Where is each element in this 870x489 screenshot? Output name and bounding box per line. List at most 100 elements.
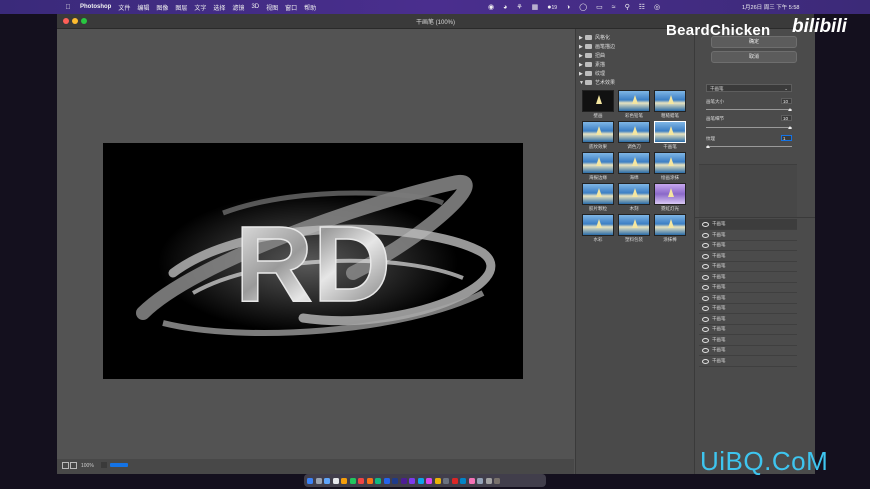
texture-slider[interactable] bbox=[706, 145, 792, 148]
clock[interactable]: 1月26日 周三 下午 5:58 bbox=[742, 3, 799, 11]
app-name-menu[interactable]: Photoshop bbox=[80, 4, 111, 10]
filter-select[interactable]: 干画笔 ⌄ bbox=[706, 84, 792, 92]
c-icon[interactable]: ◑ bbox=[566, 4, 570, 11]
slider-knob[interactable] bbox=[788, 126, 792, 129]
settings-icon[interactable] bbox=[443, 477, 449, 484]
filter-thumb-plastic-wrap[interactable]: 塑料包装 bbox=[618, 214, 650, 244]
filter-thumb-neon-glow[interactable]: 霓虹灯光 bbox=[654, 183, 686, 213]
menu-type[interactable]: 文字 bbox=[194, 3, 206, 12]
menu-select[interactable]: 选择 bbox=[213, 3, 225, 12]
eye-icon[interactable] bbox=[702, 275, 709, 280]
messages-icon[interactable] bbox=[349, 477, 356, 484]
filter-thumb-film-grain[interactable]: 胶片颗粒 bbox=[582, 183, 614, 213]
category-texture[interactable]: ▶ 纹理 bbox=[579, 69, 605, 78]
eye-icon[interactable] bbox=[702, 254, 709, 259]
calendar-icon[interactable] bbox=[332, 477, 339, 484]
effect-layer-row[interactable]: 干画笔 bbox=[699, 219, 797, 230]
brush-detail-input[interactable]: 10 bbox=[781, 115, 792, 121]
filter-thumb-fresco[interactable]: 壁画 bbox=[582, 90, 614, 120]
effect-layer-row[interactable]: 干画笔 bbox=[699, 240, 797, 251]
bell-icon[interactable]: ●19 bbox=[547, 4, 557, 11]
share-icon[interactable]: ⚘ bbox=[516, 3, 522, 11]
brush-detail-slider[interactable] bbox=[706, 126, 792, 129]
eye-icon[interactable] bbox=[702, 327, 709, 332]
app-icon[interactable] bbox=[477, 477, 483, 484]
effect-layer-row[interactable]: 干画笔 bbox=[699, 324, 797, 335]
menu-help[interactable]: 帮助 bbox=[304, 3, 316, 12]
eye-icon[interactable] bbox=[702, 348, 709, 353]
category-sketch[interactable]: ▶ 素描 bbox=[579, 60, 605, 69]
eye-icon[interactable] bbox=[702, 285, 709, 290]
brush-size-input[interactable]: 10 bbox=[781, 98, 792, 104]
launchpad-icon[interactable] bbox=[315, 477, 322, 484]
trash-icon[interactable] bbox=[494, 477, 500, 484]
menu-view[interactable]: 视图 bbox=[266, 3, 278, 12]
after-effects-icon[interactable] bbox=[400, 477, 407, 484]
app-status-icon[interactable]: ◕ bbox=[503, 4, 507, 11]
effect-layer-row[interactable]: 干画笔 bbox=[699, 356, 797, 367]
filter-thumb-cutout[interactable]: 木刻 bbox=[618, 183, 650, 213]
eye-icon[interactable] bbox=[702, 359, 709, 364]
filter-thumb-poster-edges[interactable]: 海报边缘 bbox=[582, 152, 614, 182]
cancel-button[interactable]: 取消 bbox=[711, 51, 797, 63]
photoshop-icon[interactable] bbox=[392, 477, 398, 484]
filter-thumb-rough-pastels[interactable]: 粗糙蜡笔 bbox=[654, 90, 686, 120]
effect-layer-row[interactable]: 干画笔 bbox=[699, 282, 797, 293]
category-distort[interactable]: ▶ 扭曲 bbox=[579, 51, 605, 60]
appstore-icon[interactable] bbox=[383, 477, 390, 484]
photos-icon[interactable] bbox=[366, 477, 373, 484]
zoom-level[interactable]: 100% bbox=[81, 463, 94, 469]
eye-icon[interactable] bbox=[702, 243, 709, 248]
filter-thumb-underpainting[interactable]: 底纹效果 bbox=[582, 121, 614, 151]
filter-thumb-sponge[interactable]: 海绵 bbox=[618, 152, 650, 182]
brush-size-slider[interactable] bbox=[706, 108, 792, 111]
app-icon[interactable] bbox=[460, 477, 466, 484]
eye-icon[interactable] bbox=[702, 233, 709, 238]
search-icon[interactable]: ⚲ bbox=[625, 3, 630, 11]
effect-layer-row[interactable]: 干画笔 bbox=[699, 345, 797, 356]
headset-icon[interactable]: ◯ bbox=[579, 3, 587, 11]
category-brush-strokes[interactable]: ▶ 画笔描边 bbox=[579, 42, 615, 51]
texture-input[interactable]: 1 bbox=[781, 135, 792, 141]
menu-layer[interactable]: 图层 bbox=[175, 3, 187, 12]
filter-thumb-paint-daubs[interactable]: 绘画涂抹 bbox=[654, 152, 686, 182]
lightroom-icon[interactable] bbox=[417, 477, 424, 484]
app-icon[interactable] bbox=[468, 477, 475, 484]
record-icon[interactable]: ◉ bbox=[488, 3, 494, 11]
keyboard-icon[interactable]: ▦ bbox=[532, 3, 539, 11]
filter-thumb-smudge-stick[interactable]: 涂抹棒 bbox=[654, 214, 686, 244]
zoom-in-icon[interactable] bbox=[70, 462, 77, 469]
display-icon[interactable]: ▭ bbox=[596, 3, 603, 11]
menu-file[interactable]: 文件 bbox=[118, 3, 130, 12]
eye-icon[interactable] bbox=[702, 317, 709, 322]
app-icon[interactable] bbox=[426, 477, 432, 484]
category-stylize[interactable]: ▶ 风格化 bbox=[579, 33, 610, 42]
eye-icon[interactable] bbox=[702, 222, 709, 227]
notes-icon[interactable] bbox=[341, 477, 347, 484]
zoom-out-icon[interactable] bbox=[62, 462, 69, 469]
safari-icon[interactable] bbox=[324, 477, 330, 484]
category-artistic[interactable]: ▼ 艺术效果 bbox=[579, 78, 615, 87]
menu-image[interactable]: 图像 bbox=[156, 3, 168, 12]
preview-area[interactable]: RD bbox=[57, 29, 574, 459]
menu-filter[interactable]: 滤镜 bbox=[232, 3, 244, 12]
filter-thumb-dry-brush[interactable]: 干画笔 bbox=[654, 121, 686, 151]
wifi-icon[interactable]: ≈ bbox=[612, 4, 616, 11]
effect-layer-row[interactable]: 干画笔 bbox=[699, 261, 797, 272]
filter-thumb-palette-knife[interactable]: 调色刀 bbox=[618, 121, 650, 151]
slider-knob[interactable] bbox=[706, 145, 710, 148]
filter-thumb-watercolor[interactable]: 水彩 bbox=[582, 214, 614, 244]
menu-window[interactable]: 窗口 bbox=[285, 3, 297, 12]
folder-icon[interactable] bbox=[485, 477, 492, 484]
app-icon[interactable] bbox=[434, 477, 441, 484]
eye-icon[interactable] bbox=[702, 338, 709, 343]
music-icon[interactable] bbox=[358, 477, 364, 484]
control-center-icon[interactable]: ☷ bbox=[639, 3, 645, 11]
siri-icon[interactable]: ◎ bbox=[654, 3, 660, 11]
eye-icon[interactable] bbox=[702, 306, 709, 311]
apple-icon[interactable]:  bbox=[64, 4, 72, 11]
menu-edit[interactable]: 编辑 bbox=[137, 3, 149, 12]
effect-layer-row[interactable]: 干画笔 bbox=[699, 303, 797, 314]
premiere-icon[interactable] bbox=[409, 477, 415, 484]
eye-icon[interactable] bbox=[702, 296, 709, 301]
